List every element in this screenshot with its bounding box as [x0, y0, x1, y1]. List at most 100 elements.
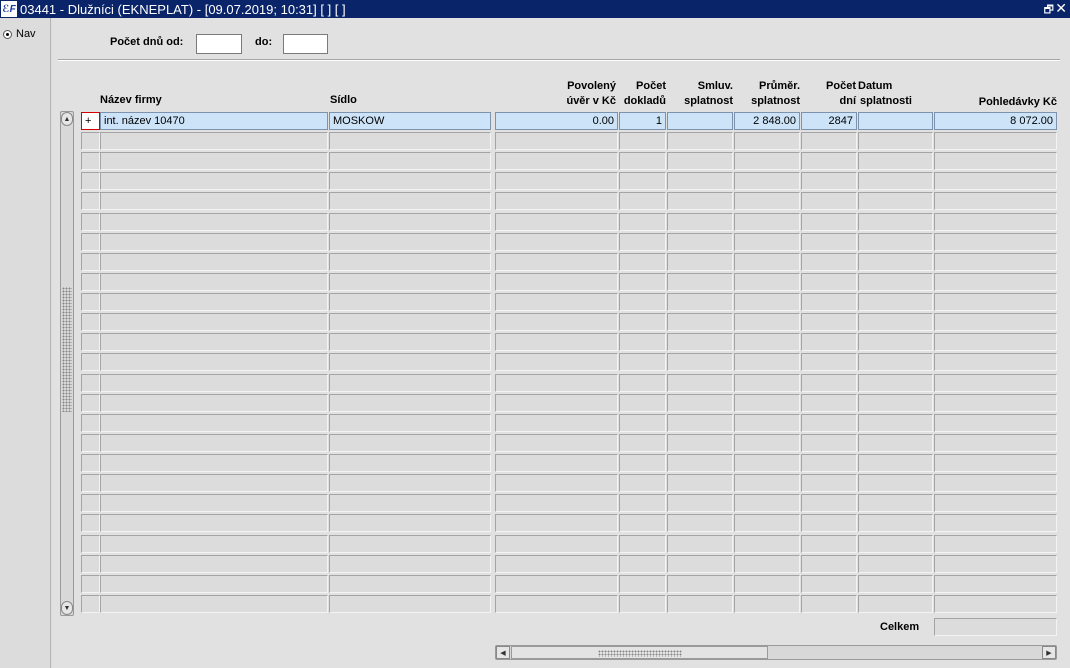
cell-avg[interactable]	[734, 575, 800, 593]
cell-days[interactable]	[801, 414, 857, 432]
cell-avg[interactable]	[734, 514, 800, 532]
cell-receivables[interactable]	[934, 374, 1057, 392]
cell-firm[interactable]	[100, 454, 328, 472]
cell-seat[interactable]	[329, 293, 491, 311]
cell-docs[interactable]	[619, 595, 666, 613]
cell-receivables[interactable]	[934, 535, 1057, 553]
cell-avg[interactable]	[734, 132, 800, 150]
cell-duedate[interactable]	[858, 253, 933, 271]
cell-days[interactable]	[801, 494, 857, 512]
cell-days[interactable]	[801, 595, 857, 613]
cell-seat[interactable]	[329, 213, 491, 231]
cell-days[interactable]	[801, 575, 857, 593]
cell-receivables[interactable]	[934, 172, 1057, 190]
scroll-left-icon[interactable]: ◀	[496, 646, 510, 659]
cell-duedate[interactable]	[858, 454, 933, 472]
row-indicator[interactable]	[81, 152, 100, 170]
cell-firm[interactable]	[100, 253, 328, 271]
cell-credit[interactable]	[495, 333, 618, 351]
cell-docs[interactable]	[619, 555, 666, 573]
cell-contract[interactable]	[667, 152, 733, 170]
cell-avg[interactable]	[734, 374, 800, 392]
cell-contract[interactable]	[667, 535, 733, 553]
cell-docs[interactable]	[619, 575, 666, 593]
cell-credit[interactable]	[495, 555, 618, 573]
cell-duedate[interactable]	[858, 333, 933, 351]
cell-credit[interactable]	[495, 293, 618, 311]
days-from-input[interactable]	[196, 34, 242, 54]
cell-days[interactable]	[801, 132, 857, 150]
cell-days[interactable]	[801, 293, 857, 311]
cell-days[interactable]	[801, 233, 857, 251]
cell-receivables[interactable]	[934, 394, 1057, 412]
cell-docs[interactable]	[619, 353, 666, 371]
cell-avg[interactable]	[734, 233, 800, 251]
row-indicator[interactable]	[81, 374, 100, 392]
cell-firm[interactable]	[100, 434, 328, 452]
cell-avg[interactable]	[734, 172, 800, 190]
cell-duedate[interactable]	[858, 434, 933, 452]
cell-firm[interactable]	[100, 353, 328, 371]
cell-seat[interactable]	[329, 535, 491, 553]
cell-days[interactable]	[801, 454, 857, 472]
cell-contract[interactable]	[667, 474, 733, 492]
cell-days[interactable]	[801, 474, 857, 492]
cell-receivables[interactable]	[934, 575, 1057, 593]
row-indicator[interactable]	[81, 514, 100, 532]
cell-docs[interactable]	[619, 454, 666, 472]
cell-firm[interactable]	[100, 192, 328, 210]
cell-receivables[interactable]	[934, 454, 1057, 472]
cell-contract[interactable]	[667, 333, 733, 351]
cell-docs[interactable]	[619, 152, 666, 170]
row-indicator[interactable]	[81, 474, 100, 492]
cell-contract[interactable]	[667, 213, 733, 231]
cell-avg[interactable]	[734, 414, 800, 432]
cell-duedate[interactable]	[858, 313, 933, 331]
row-indicator[interactable]	[81, 555, 100, 573]
cell-contract[interactable]	[667, 434, 733, 452]
cell-firm[interactable]	[100, 213, 328, 231]
close-icon[interactable]: ✕	[1055, 0, 1067, 17]
cell-receivables[interactable]	[934, 213, 1057, 231]
cell-firm[interactable]	[100, 293, 328, 311]
cell-avg[interactable]	[734, 353, 800, 371]
cell-seat[interactable]	[329, 353, 491, 371]
radio-selected-icon[interactable]	[3, 29, 12, 39]
cell-contract[interactable]	[667, 192, 733, 210]
cell-avg[interactable]	[734, 595, 800, 613]
cell-seat[interactable]	[329, 192, 491, 210]
cell-duedate[interactable]	[858, 555, 933, 573]
cell-docs[interactable]	[619, 172, 666, 190]
cell-docs[interactable]	[619, 414, 666, 432]
cell-seat[interactable]	[329, 394, 491, 412]
cell-contract[interactable]	[667, 494, 733, 512]
row-indicator[interactable]	[81, 253, 100, 271]
cell-credit[interactable]	[495, 152, 618, 170]
row-indicator[interactable]	[81, 353, 100, 371]
cell-docs[interactable]	[619, 514, 666, 532]
cell-duedate[interactable]	[858, 394, 933, 412]
cell-firm[interactable]	[100, 414, 328, 432]
cell-days[interactable]: 2847	[801, 112, 857, 130]
cell-seat[interactable]	[329, 233, 491, 251]
row-indicator[interactable]	[81, 233, 100, 251]
cell-credit[interactable]	[495, 595, 618, 613]
cell-seat[interactable]	[329, 374, 491, 392]
cell-contract[interactable]	[667, 374, 733, 392]
cell-avg[interactable]	[734, 213, 800, 231]
scroll-up-icon[interactable]: ▲	[61, 112, 73, 126]
cell-credit[interactable]	[495, 374, 618, 392]
row-indicator[interactable]	[81, 595, 100, 613]
cell-days[interactable]	[801, 313, 857, 331]
cell-docs[interactable]	[619, 293, 666, 311]
cell-seat[interactable]	[329, 253, 491, 271]
cell-seat[interactable]	[329, 273, 491, 291]
vertical-scrollbar[interactable]: ▲ ▼	[60, 111, 74, 616]
cell-docs[interactable]	[619, 434, 666, 452]
cell-credit[interactable]	[495, 213, 618, 231]
cell-duedate[interactable]	[858, 112, 933, 130]
cell-duedate[interactable]	[858, 353, 933, 371]
cell-firm[interactable]	[100, 374, 328, 392]
cell-credit[interactable]	[495, 233, 618, 251]
cell-seat[interactable]	[329, 313, 491, 331]
